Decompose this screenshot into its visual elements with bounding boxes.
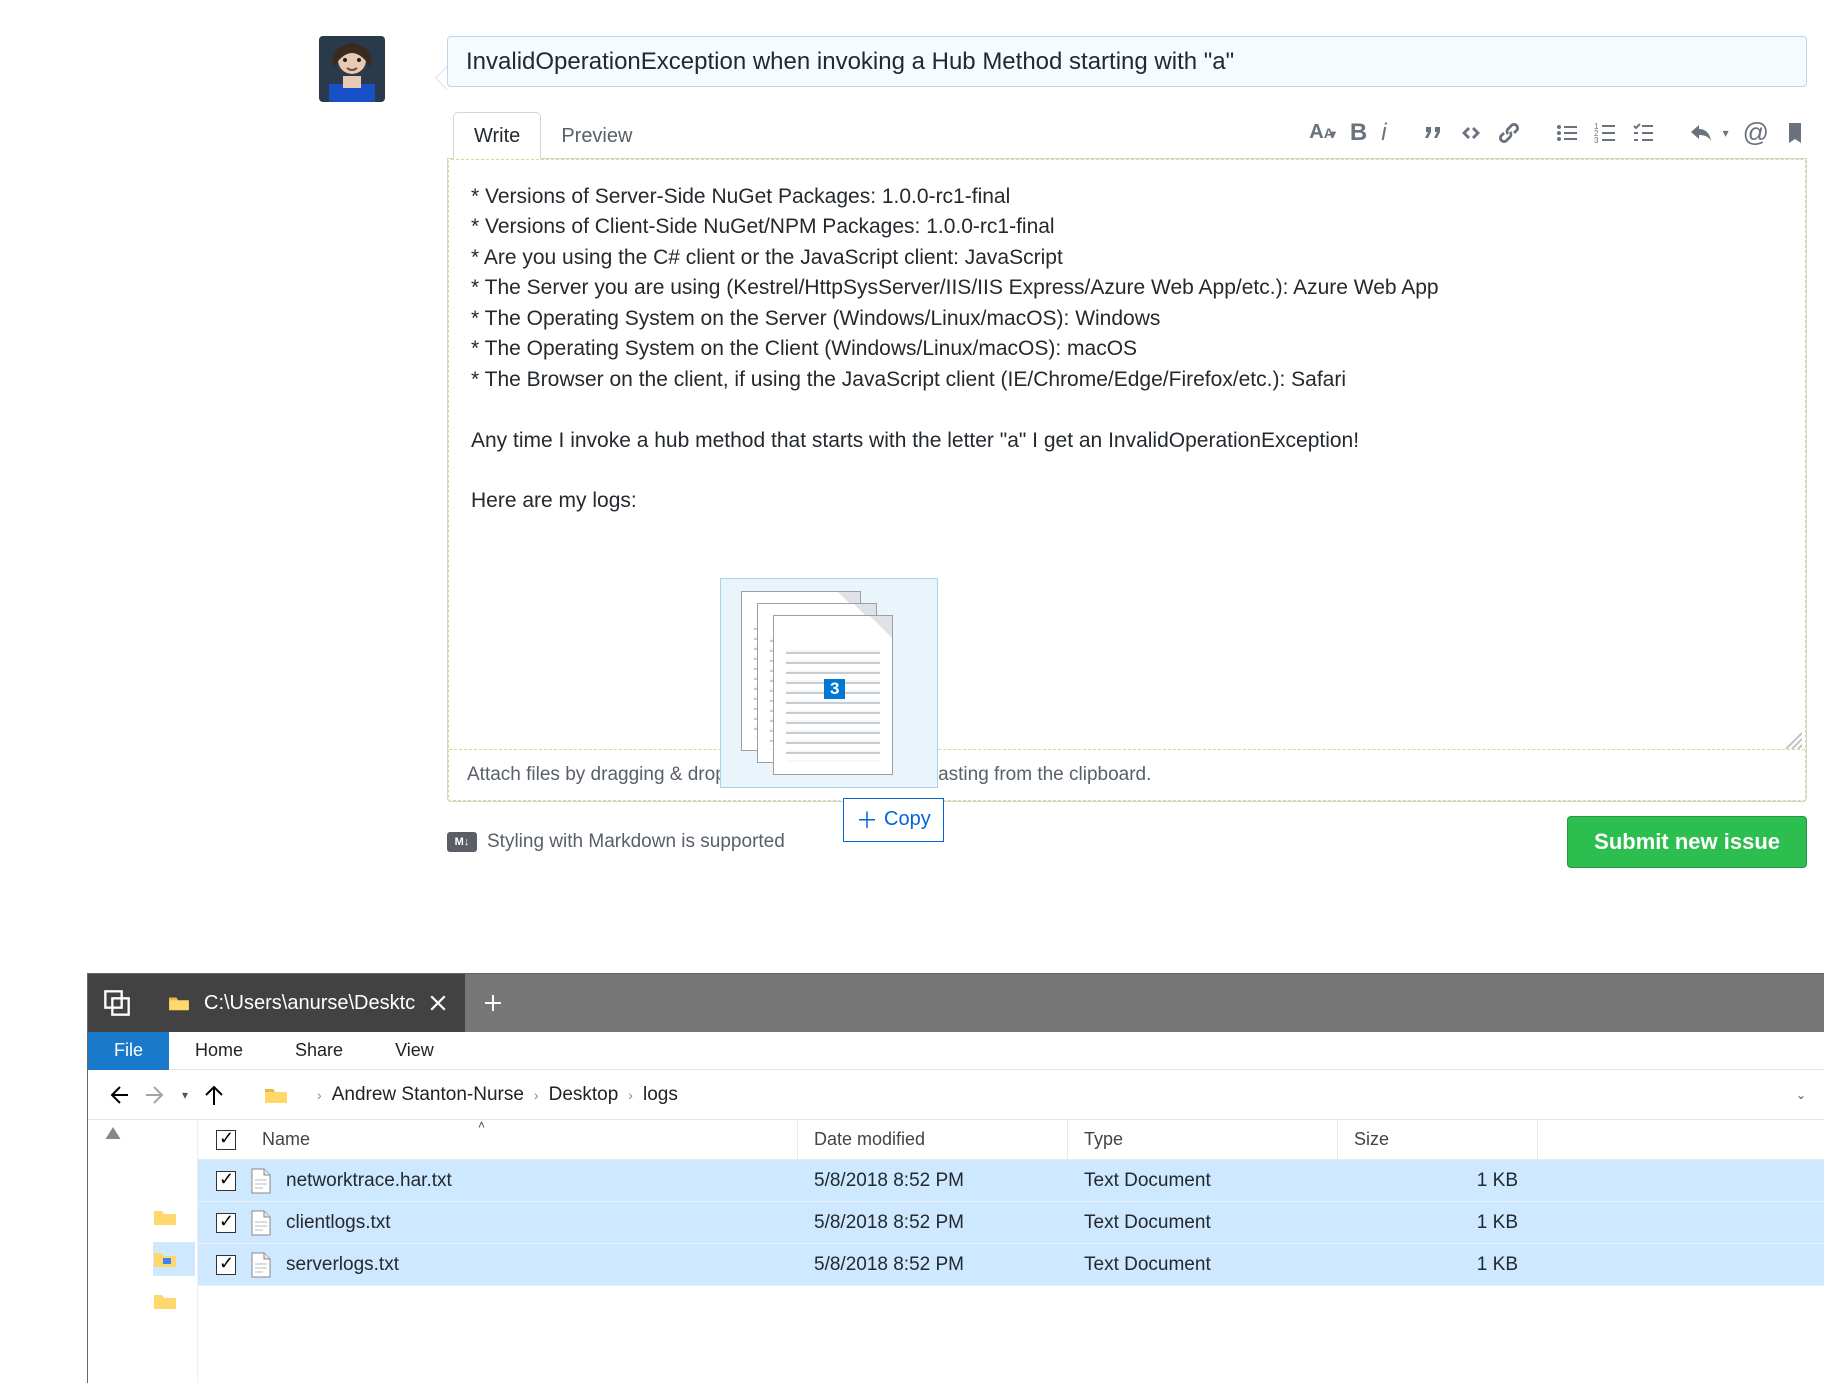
row-checkbox[interactable] <box>216 1213 236 1233</box>
reply-icon[interactable] <box>1689 121 1713 145</box>
italic-icon[interactable]: i <box>1381 119 1386 147</box>
file-row[interactable]: serverlogs.txt 5/8/2018 8:52 PM Text Doc… <box>198 1244 1824 1286</box>
text-size-icon[interactable]: AA▾ <box>1309 121 1336 144</box>
tab-write[interactable]: Write <box>453 112 541 159</box>
folder-icon <box>168 994 190 1012</box>
tasklist-icon[interactable] <box>1631 121 1655 145</box>
nav-forward-icon[interactable] <box>144 1083 168 1107</box>
select-all-checkbox[interactable] <box>216 1130 236 1150</box>
issue-body-textarea[interactable] <box>449 160 1805 746</box>
folder-icon <box>264 1085 288 1105</box>
ribbon-share[interactable]: Share <box>269 1040 369 1061</box>
nav-bar: ▾ ›Andrew Stanton-Nurse ›Desktop ›logs ⌄ <box>88 1070 1824 1120</box>
ul-icon[interactable] <box>1555 121 1579 145</box>
resize-handle-icon[interactable] <box>1782 729 1802 749</box>
explorer-tab[interactable]: C:\Users\anurse\Desktc <box>146 974 465 1032</box>
tab-preview[interactable]: Preview <box>541 113 652 158</box>
bookmark-icon[interactable] <box>1783 121 1807 145</box>
issue-title-input[interactable] <box>447 36 1807 87</box>
quote-icon[interactable] <box>1421 121 1445 145</box>
link-icon[interactable] <box>1497 121 1521 145</box>
ribbon: File Home Share View <box>88 1032 1824 1070</box>
file-row[interactable]: clientlogs.txt 5/8/2018 8:52 PM Text Doc… <box>198 1202 1824 1244</box>
avatar <box>319 36 385 102</box>
new-tab-icon[interactable] <box>483 993 503 1013</box>
ribbon-view[interactable]: View <box>369 1040 460 1061</box>
file-menu[interactable]: File <box>88 1032 169 1070</box>
task-view-button[interactable] <box>88 974 146 1032</box>
github-issue-composer: Write Preview AA▾ B i 123 <box>0 0 1824 990</box>
text-file-icon <box>250 1210 272 1236</box>
nav-up-icon[interactable] <box>202 1083 226 1107</box>
history-dropdown-icon[interactable]: ▾ <box>182 1088 188 1102</box>
select-files-link[interactable]: selecting them <box>772 764 895 785</box>
file-row[interactable]: networktrace.har.txt 5/8/2018 8:52 PM Te… <box>198 1160 1824 1202</box>
ribbon-home[interactable]: Home <box>169 1040 269 1061</box>
row-checkbox[interactable] <box>216 1171 236 1191</box>
nav-tree[interactable] <box>138 1120 198 1383</box>
submit-issue-button[interactable]: Submit new issue <box>1567 816 1807 868</box>
text-file-icon <box>250 1168 272 1194</box>
svg-text:3: 3 <box>1594 136 1599 145</box>
formatting-toolbar: AA▾ B i 123 ▾ @ <box>1309 117 1807 148</box>
row-checkbox[interactable] <box>216 1255 236 1275</box>
attach-hint: Attach files by dragging & dropping, sel… <box>449 749 1805 800</box>
file-explorer-window: C:\Users\anurse\Desktc File Home Share V… <box>88 974 1824 1383</box>
sort-caret-icon: ˄ <box>478 1118 485 1132</box>
file-list: Name˄ Date modified Type Size networktra… <box>198 1120 1824 1383</box>
bold-icon[interactable]: B <box>1350 119 1367 147</box>
column-headers[interactable]: Name˄ Date modified Type Size <box>198 1120 1824 1160</box>
bubble-caret <box>435 66 447 90</box>
mention-icon[interactable]: @ <box>1743 117 1769 148</box>
tree-scrollbar[interactable] <box>88 1120 138 1383</box>
ol-icon[interactable]: 123 <box>1593 121 1617 145</box>
breadcrumb[interactable]: ›Andrew Stanton-Nurse ›Desktop ›logs <box>302 1079 1782 1111</box>
text-file-icon <box>250 1252 272 1278</box>
close-tab-icon[interactable] <box>429 994 447 1012</box>
markdown-info[interactable]: M↓ Styling with Markdown is supported <box>447 831 785 853</box>
nav-back-icon[interactable] <box>106 1083 130 1107</box>
editor-tabbar: Write Preview AA▾ B i 123 <box>447 105 1807 159</box>
code-icon[interactable] <box>1459 121 1483 145</box>
path-dropdown-icon[interactable]: ⌄ <box>1796 1088 1806 1102</box>
